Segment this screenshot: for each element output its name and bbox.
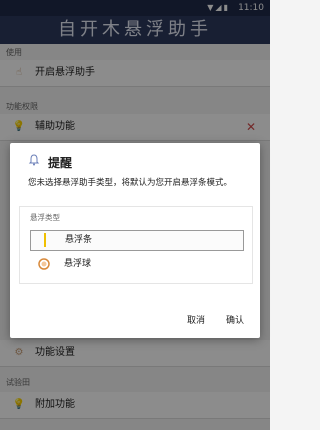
ball-icon [38,255,50,278]
float-type-card: 悬浮类型 悬浮条 悬浮球 [19,206,253,284]
confirm-button[interactable]: 确认 [226,313,244,326]
option-float-bar[interactable]: 悬浮条 [30,230,244,251]
float-type-label: 悬浮类型 [30,213,60,222]
reminder-dialog: 提醒 您未选择悬浮助手类型，将默认为您开启悬浮条模式。 悬浮类型 悬浮条 悬浮球… [10,143,260,338]
dialog-title: 提醒 [48,156,73,170]
option-float-ball[interactable]: 悬浮球 [30,255,242,274]
bar-icon [39,231,51,255]
dialog-message: 您未选择悬浮助手类型，将默认为您开启悬浮条模式。 [28,178,233,188]
cancel-button[interactable]: 取消 [187,313,205,326]
bell-icon [28,154,40,166]
option-float-ball-label: 悬浮球 [64,259,92,269]
option-float-bar-label: 悬浮条 [65,235,93,245]
